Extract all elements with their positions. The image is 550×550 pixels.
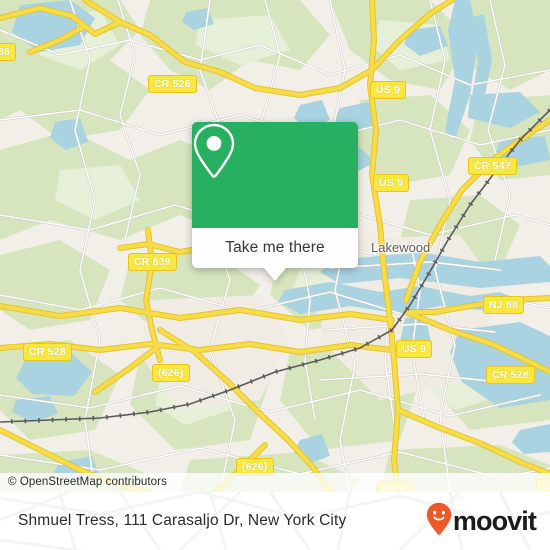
address-label: Shmuel Tress, 111 Carasaljo Dr, New York… bbox=[18, 512, 347, 529]
popup-footer[interactable]: Take me there bbox=[192, 228, 358, 281]
road-shield[interactable]: US 9 bbox=[396, 340, 433, 358]
road-shield[interactable]: CR 639 bbox=[128, 253, 177, 271]
place-label-lakewood: Lakewood bbox=[371, 240, 431, 255]
road-shield[interactable]: CR 528 bbox=[486, 366, 535, 384]
map-screenshot: Lakewood 36 CR 526 US 9 CR 547 US 9 CR 6… bbox=[0, 0, 550, 550]
popup-pointer-tip bbox=[264, 268, 286, 281]
moovit-smiling-pin-icon bbox=[426, 502, 452, 541]
road-shield[interactable]: CR 547 bbox=[468, 157, 517, 175]
location-popup-card[interactable]: Take me there bbox=[192, 122, 358, 281]
road-shield[interactable]: US 9 bbox=[370, 81, 407, 99]
road-shield[interactable]: CR 528 bbox=[23, 343, 72, 361]
take-me-there-label: Take me there bbox=[225, 239, 325, 256]
footer-bar: Shmuel Tress, 111 Carasaljo Dr, New York… bbox=[0, 492, 550, 550]
road-shield[interactable]: (626) bbox=[152, 364, 190, 382]
osm-attribution[interactable]: © OpenStreetMap contributors bbox=[0, 473, 550, 492]
map-canvas[interactable]: Lakewood 36 CR 526 US 9 CR 547 US 9 CR 6… bbox=[0, 0, 550, 492]
road-shield[interactable]: CR 526 bbox=[148, 75, 197, 93]
road-shield[interactable]: US 9 bbox=[373, 174, 410, 192]
popup-header bbox=[192, 122, 358, 228]
road-shield[interactable]: NJ 88 bbox=[483, 296, 525, 314]
moovit-logo[interactable]: moovit bbox=[426, 502, 537, 541]
moovit-wordmark: moovit bbox=[452, 505, 537, 536]
road-shield[interactable]: 36 bbox=[0, 43, 17, 61]
